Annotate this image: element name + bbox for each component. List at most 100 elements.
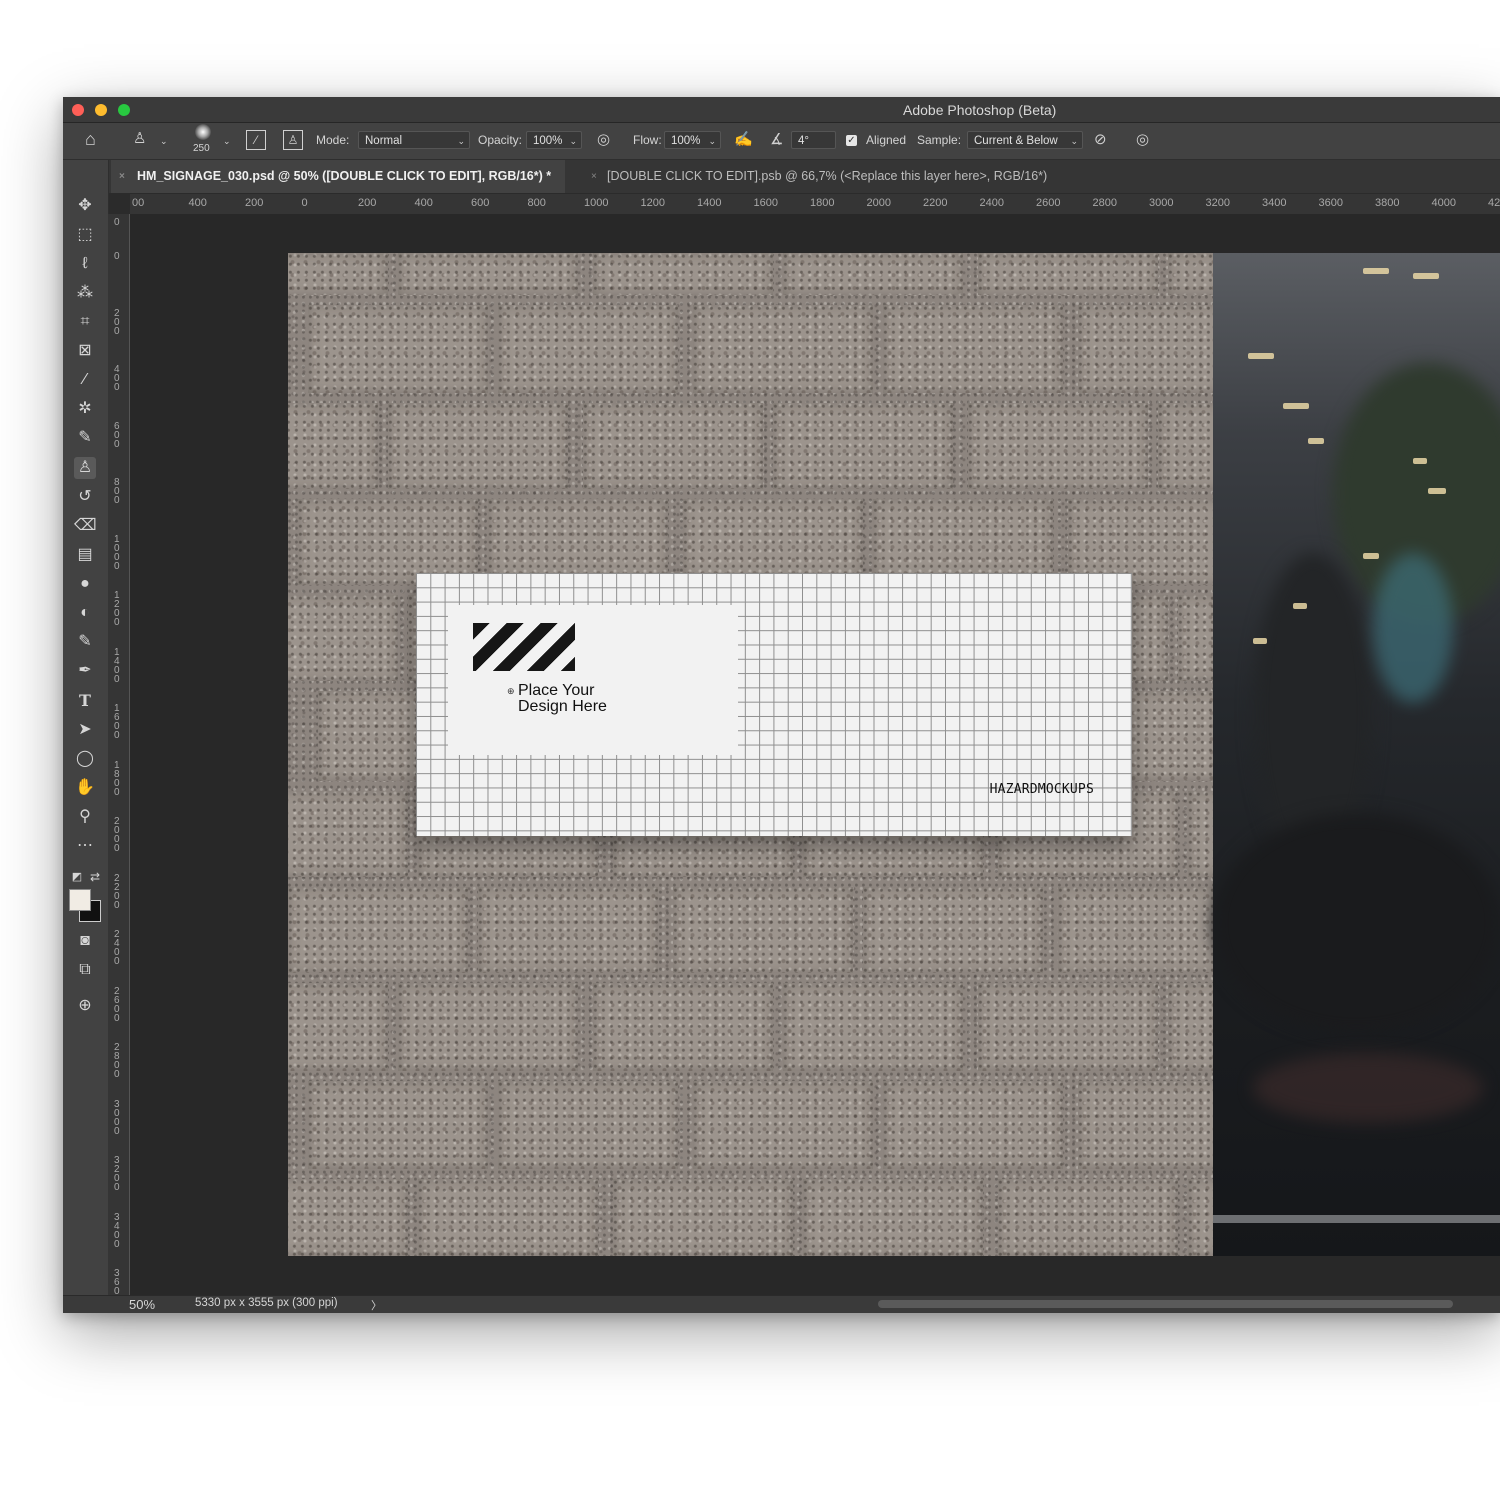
ruler-tick-label: 1600 bbox=[753, 197, 778, 209]
crop-icon[interactable]: ⌗ bbox=[74, 311, 96, 333]
hand-icon[interactable]: ✋ bbox=[74, 777, 96, 799]
ruler-tick-label: 0 bbox=[114, 251, 120, 262]
move-icon[interactable]: ✥ bbox=[74, 195, 96, 217]
pressure-opacity-icon[interactable]: ◎ bbox=[597, 130, 610, 150]
ruler-tick-label: 3200 bbox=[1205, 197, 1230, 209]
close-tab-icon[interactable]: × bbox=[591, 160, 597, 193]
screen-mode-icon[interactable]: ⧉ bbox=[74, 959, 96, 981]
healing-icon[interactable]: ✲ bbox=[74, 398, 96, 420]
ruler-tick-label: 2800 bbox=[1092, 197, 1117, 209]
brick bbox=[613, 1179, 793, 1256]
zoom-window-button[interactable] bbox=[118, 104, 130, 116]
pen-icon[interactable]: ✒ bbox=[74, 660, 96, 682]
ruler-tick-label: 2600 bbox=[1036, 197, 1061, 209]
brush-preview-icon[interactable] bbox=[195, 124, 211, 140]
tab-hm-signage[interactable]: × HM_SIGNAGE_030.psd @ 50% ([DOUBLE CLIC… bbox=[111, 160, 566, 193]
ruler-tick-label: 1800 bbox=[114, 759, 120, 798]
flow-field[interactable]: 100% ⌄ bbox=[664, 131, 721, 149]
marquee-icon[interactable]: ⬚ bbox=[74, 224, 96, 246]
quick-select-icon[interactable]: ⁂ bbox=[74, 282, 96, 304]
brick bbox=[693, 305, 873, 393]
dodge-icon[interactable]: ◐ bbox=[74, 602, 96, 624]
ruler-tick-label: 3400 bbox=[114, 1211, 120, 1250]
zoom-icon[interactable]: ⚲ bbox=[74, 806, 96, 828]
gradient-icon[interactable]: ▤ bbox=[74, 544, 96, 566]
ruler-tick-label: 600 bbox=[471, 197, 490, 209]
info-icon: ⊕ bbox=[507, 686, 515, 696]
ruler-tick-label: 2200 bbox=[114, 872, 120, 911]
opacity-value: 100% bbox=[533, 135, 563, 147]
brick bbox=[288, 791, 408, 877]
ignore-adjustment-layers-icon[interactable]: ⊘ bbox=[1094, 130, 1107, 150]
brick bbox=[593, 253, 773, 295]
zoom-level[interactable]: 50% bbox=[129, 1297, 155, 1312]
tab-label: HM_SIGNAGE_030.psd @ 50% ([DOUBLE CLICK … bbox=[137, 169, 552, 183]
clone-stamp-icon[interactable]: ♙ bbox=[74, 457, 96, 479]
minimize-window-button[interactable] bbox=[95, 104, 107, 116]
ruler-tick-label: 4000 bbox=[1431, 197, 1456, 209]
ruler-tick-label: 400 bbox=[414, 197, 433, 209]
brick bbox=[288, 1179, 408, 1256]
ruler-tick-label: 2000 bbox=[114, 816, 120, 854]
tab-label: [DOUBLE CLICK TO EDIT].psb @ 66,7% (<Rep… bbox=[607, 169, 1048, 183]
blur-icon[interactable]: ● bbox=[74, 573, 96, 595]
brick bbox=[968, 403, 1148, 489]
chevron-down-icon[interactable]: ⌄ bbox=[160, 131, 168, 151]
frame-icon[interactable]: ⊠ bbox=[74, 340, 96, 362]
ruler-tick-label: 200 bbox=[114, 307, 120, 337]
clone-stamp-preset-icon[interactable]: ♙ bbox=[133, 129, 146, 149]
brush-icon[interactable]: ✎ bbox=[74, 427, 96, 449]
type-icon[interactable]: T bbox=[74, 690, 96, 712]
status-menu-arrow[interactable]: 〉 bbox=[371, 1297, 382, 1313]
toolbox: ✥ ⬚ ℓ ⁂ ⌗ ⊠ ⁄ ✲ ✎ ♙ ↺ ⌫ ▤ ● ◐ ✎ ✒ T ➤ ◯ … bbox=[63, 160, 109, 1295]
ruler-tick-label: 2000 bbox=[866, 197, 891, 209]
history-brush-icon[interactable]: ↺ bbox=[74, 486, 96, 508]
brick bbox=[418, 1179, 598, 1256]
sample-select[interactable]: Current & Below ⌄ bbox=[967, 131, 1083, 149]
close-tab-icon[interactable]: × bbox=[119, 160, 125, 193]
canvas-area[interactable]: ⊕ Place Your Design Here HAZARDMOCKUPS bbox=[130, 214, 1500, 1295]
ellipse-icon[interactable]: ◯ bbox=[74, 748, 96, 770]
burn-icon[interactable]: ✎ bbox=[74, 631, 96, 653]
lasso-icon[interactable]: ℓ bbox=[74, 253, 96, 275]
opacity-field[interactable]: 100% ⌄ bbox=[526, 131, 582, 149]
ruler-tick-label: 1000 bbox=[584, 197, 609, 209]
design-panel: ⊕ Place Your Design Here bbox=[448, 605, 738, 755]
ruler-tick-label: 2600 bbox=[114, 985, 120, 1024]
home-icon[interactable]: ⌂ bbox=[85, 129, 96, 149]
chevron-down-icon[interactable]: ⌄ bbox=[223, 131, 231, 151]
brick bbox=[998, 1179, 1178, 1256]
ruler-tick-label: 2800 bbox=[114, 1042, 120, 1080]
eyedropper-icon[interactable]: ⁄ bbox=[74, 369, 96, 391]
foreground-color-swatch[interactable] bbox=[69, 889, 91, 911]
clone-source-icon[interactable]: ♙ bbox=[283, 130, 303, 150]
ruler-tick-label: 1600 bbox=[114, 703, 120, 741]
pressure-size-icon[interactable]: ◎ bbox=[1136, 130, 1149, 150]
swap-colors-icon[interactable]: ⇄ bbox=[84, 866, 106, 888]
aligned-checkbox[interactable]: ✓ bbox=[846, 135, 857, 146]
brick bbox=[673, 887, 853, 973]
tab-double-click-psb[interactable]: × [DOUBLE CLICK TO EDIT].psb @ 66,7% (<R… bbox=[583, 160, 1047, 193]
ruler-tick-label: 400 bbox=[188, 197, 207, 209]
ruler-tick-label: 600 bbox=[114, 420, 120, 450]
airbrush-icon[interactable]: ✍ bbox=[734, 130, 753, 150]
brush-size-value: 250 bbox=[193, 143, 210, 154]
angle-field[interactable]: 4° bbox=[791, 131, 836, 149]
more-tools-icon[interactable]: ⋯ bbox=[74, 835, 96, 857]
app-title: Adobe Photoshop (Beta) bbox=[903, 102, 1057, 118]
mode-value: Normal bbox=[365, 135, 403, 147]
horizontal-scrollbar[interactable] bbox=[878, 1300, 1453, 1308]
document-tab-bar: × HM_SIGNAGE_030.psd @ 50% ([DOUBLE CLIC… bbox=[63, 160, 1500, 193]
share-icon[interactable]: ⊕ bbox=[74, 995, 96, 1017]
brick bbox=[583, 403, 763, 489]
mode-select[interactable]: Normal ⌄ bbox=[358, 131, 470, 149]
close-window-button[interactable] bbox=[72, 104, 84, 116]
brush-settings-icon[interactable]: ⁄ bbox=[246, 130, 266, 150]
brick bbox=[398, 253, 578, 295]
ruler-tick-label: 2400 bbox=[979, 197, 1004, 209]
path-select-icon[interactable]: ➤ bbox=[74, 719, 96, 741]
eraser-icon[interactable]: ⌫ bbox=[74, 515, 97, 537]
document-size: 5330 px x 3555 px (300 ppi) bbox=[195, 1297, 338, 1309]
quick-mask-icon[interactable]: ◙ bbox=[74, 930, 96, 952]
flow-value: 100% bbox=[671, 135, 701, 147]
